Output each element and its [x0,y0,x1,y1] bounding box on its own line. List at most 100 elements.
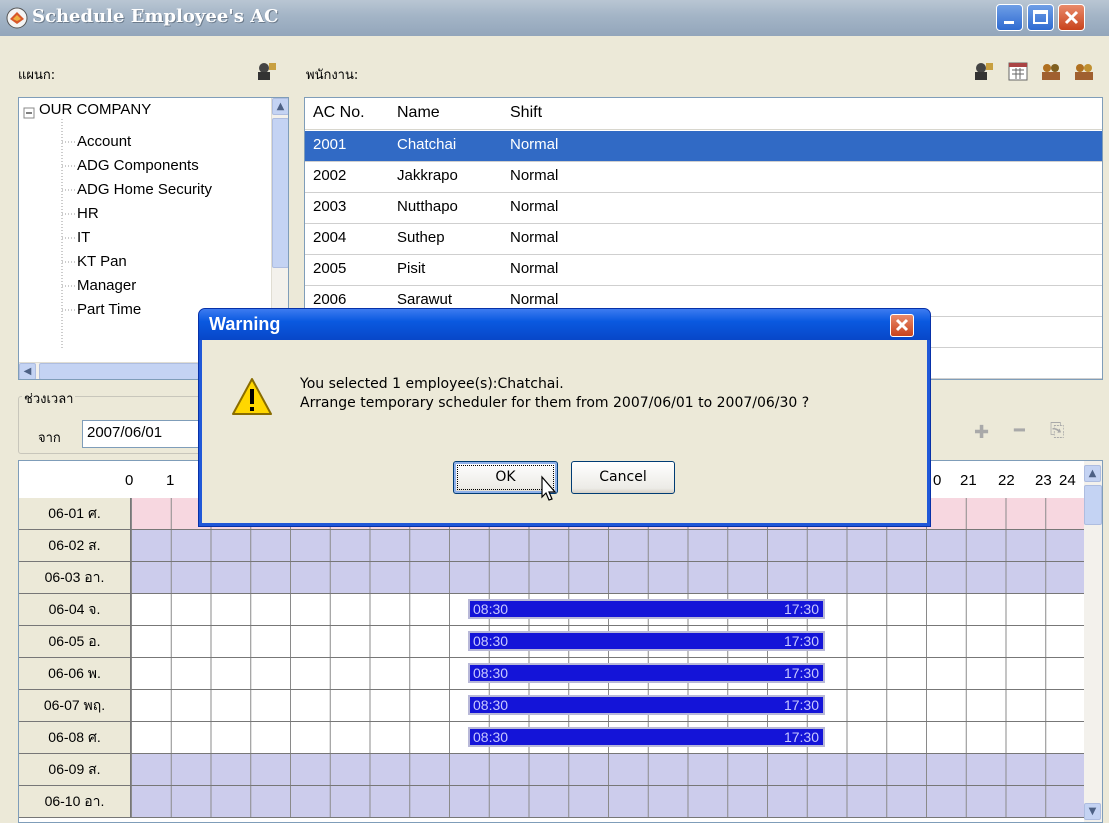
tree-item-adg-components[interactable]: ADG Components [77,157,199,174]
warning-icon [232,378,272,415]
cursor-icon [541,475,557,501]
day-row[interactable]: 06-09 ส. [19,754,1085,786]
day-row[interactable]: 06-08 ศ. 08:30 17:30 [19,722,1085,754]
department-tool-icon[interactable] [255,60,277,82]
cell-ac: 2001 [313,136,347,153]
dialog-message: You selected 1 employee(s):Chatchai. Arr… [300,375,809,413]
day-row[interactable]: 06-10 อา. [19,786,1085,818]
shift-bar[interactable]: 08:30 17:30 [468,599,825,619]
tree-item-hr[interactable]: HR [77,205,99,222]
cell-name: Sarawut [397,291,453,308]
shift-start: 08:30 [473,633,509,649]
day-label: 06-01 ศ. [19,498,131,529]
shift-bar[interactable]: 08:30 17:30 [468,727,825,747]
tree-hscroll-thumb[interactable] [39,363,199,379]
minimize-button[interactable] [996,4,1023,31]
shift-bar[interactable]: 08:30 17:30 [468,663,825,683]
warning-dialog: Warning You selected 1 employee(s):Chatc… [198,308,931,527]
tree-scroll-thumb[interactable] [272,118,288,268]
cell-shift: Normal [510,229,559,246]
time-range-label: ช่วงเวลา [22,388,76,409]
column-name[interactable]: Name [397,104,440,122]
day-label: 06-08 ศ. [19,722,131,753]
day-label: 06-04 จ. [19,594,131,625]
cell-ac: 2002 [313,167,347,184]
schedule-scroll-up-icon[interactable]: ▲ [1084,465,1101,482]
dialog-message-line-1: You selected 1 employee(s):Chatchai. [300,376,564,392]
cell-ac: 2006 [313,291,347,308]
tree-item-account[interactable]: Account [77,133,131,150]
cell-shift: Normal [510,136,559,153]
copy-icon[interactable]: ⎘ [1050,420,1064,441]
scroll-left-icon[interactable]: ◀ [19,363,36,379]
day-cells[interactable] [131,562,1085,593]
cell-name: Suthep [397,229,445,246]
cell-name: Pisit [397,260,426,277]
employee-tool-icon[interactable] [972,60,994,82]
minimize-icon [1004,21,1014,24]
day-row[interactable]: 06-07 พฤ. 08:30 17:30 [19,690,1085,722]
table-row[interactable]: 2005 Pisit Normal [305,255,1102,286]
day-cells[interactable] [131,786,1085,817]
shift-start: 08:30 [473,601,509,617]
tree-item-it[interactable]: IT [77,229,90,246]
tree-root[interactable]: OUR COMPANY [39,101,151,118]
shift-bar[interactable]: 08:30 17:30 [468,631,825,651]
scroll-up-icon[interactable]: ▲ [272,98,288,115]
employee-label: พนักงาน: [306,68,359,83]
day-label: 06-07 พฤ. [19,690,131,721]
dialog-title: Warning [209,314,281,334]
schedule-scroll-thumb[interactable] [1084,485,1102,525]
day-cells[interactable] [131,754,1085,785]
maximize-icon [1033,10,1048,24]
hour-label-21: 21 [960,472,977,489]
tree-item-manager[interactable]: Manager [77,277,136,294]
table-row[interactable]: 2004 Suthep Normal [305,224,1102,255]
schedule-vertical-scrollbar[interactable]: ▲ ▼ [1084,461,1102,822]
cell-shift: Normal [510,260,559,277]
close-button[interactable] [1058,4,1085,31]
day-row[interactable]: 06-03 อา. [19,562,1085,594]
add-icon[interactable]: ✚ [974,422,989,443]
day-row[interactable]: 06-04 จ. 08:30 17:30 [19,594,1085,626]
column-shift[interactable]: Shift [510,104,542,122]
cancel-button[interactable]: Cancel [571,461,675,494]
column-ac-no[interactable]: AC No. [313,104,365,122]
cell-shift: Normal [510,198,559,215]
from-label: จาก [38,431,61,446]
dialog-close-button[interactable] [890,314,914,337]
cell-ac: 2004 [313,229,347,246]
shift-end: 17:30 [783,729,819,745]
dialog-titlebar[interactable]: Warning [199,309,930,340]
tree-item-adg-home-security[interactable]: ADG Home Security [77,181,212,198]
cell-name: Chatchai [397,136,457,153]
day-cells[interactable] [131,530,1085,561]
maximize-button[interactable] [1027,4,1054,31]
tree-item-kt-pan[interactable]: KT Pan [77,253,127,270]
schedule-scroll-down-icon[interactable]: ▼ [1084,803,1101,820]
shift-end: 17:30 [783,697,819,713]
shift-end: 17:30 [783,665,819,681]
shift-bar[interactable]: 08:30 17:30 [468,695,825,715]
group-remove-icon[interactable] [1073,60,1095,82]
table-row[interactable]: 2003 Nutthapo Normal [305,193,1102,224]
shift-start: 08:30 [473,729,509,745]
window-title: Schedule Employee's AC [32,6,279,27]
from-date-input[interactable]: 2007/06/01 [82,420,204,448]
table-row[interactable]: 2002 Jakkrapo Normal [305,162,1102,193]
dialog-message-line-2: Arrange temporary scheduler for them fro… [300,395,810,411]
day-row[interactable]: 06-05 อ. 08:30 17:30 [19,626,1085,658]
cell-ac: 2003 [313,198,347,215]
shift-start: 08:30 [473,665,509,681]
remove-icon[interactable]: ━ [1014,420,1025,441]
hour-label-1: 1 [166,472,175,489]
cell-name: Nutthapo [397,198,458,215]
day-row[interactable]: 06-02 ส. [19,530,1085,562]
window-titlebar[interactable]: Schedule Employee's AC [0,0,1109,36]
day-row[interactable]: 06-06 พ. 08:30 17:30 [19,658,1085,690]
calendar-icon[interactable] [1007,60,1029,82]
table-row[interactable]: 2001 Chatchai Normal [305,131,1102,162]
cell-shift: Normal [510,291,559,308]
group-icon[interactable] [1040,60,1062,82]
tree-item-part-time[interactable]: Part Time [77,301,141,318]
